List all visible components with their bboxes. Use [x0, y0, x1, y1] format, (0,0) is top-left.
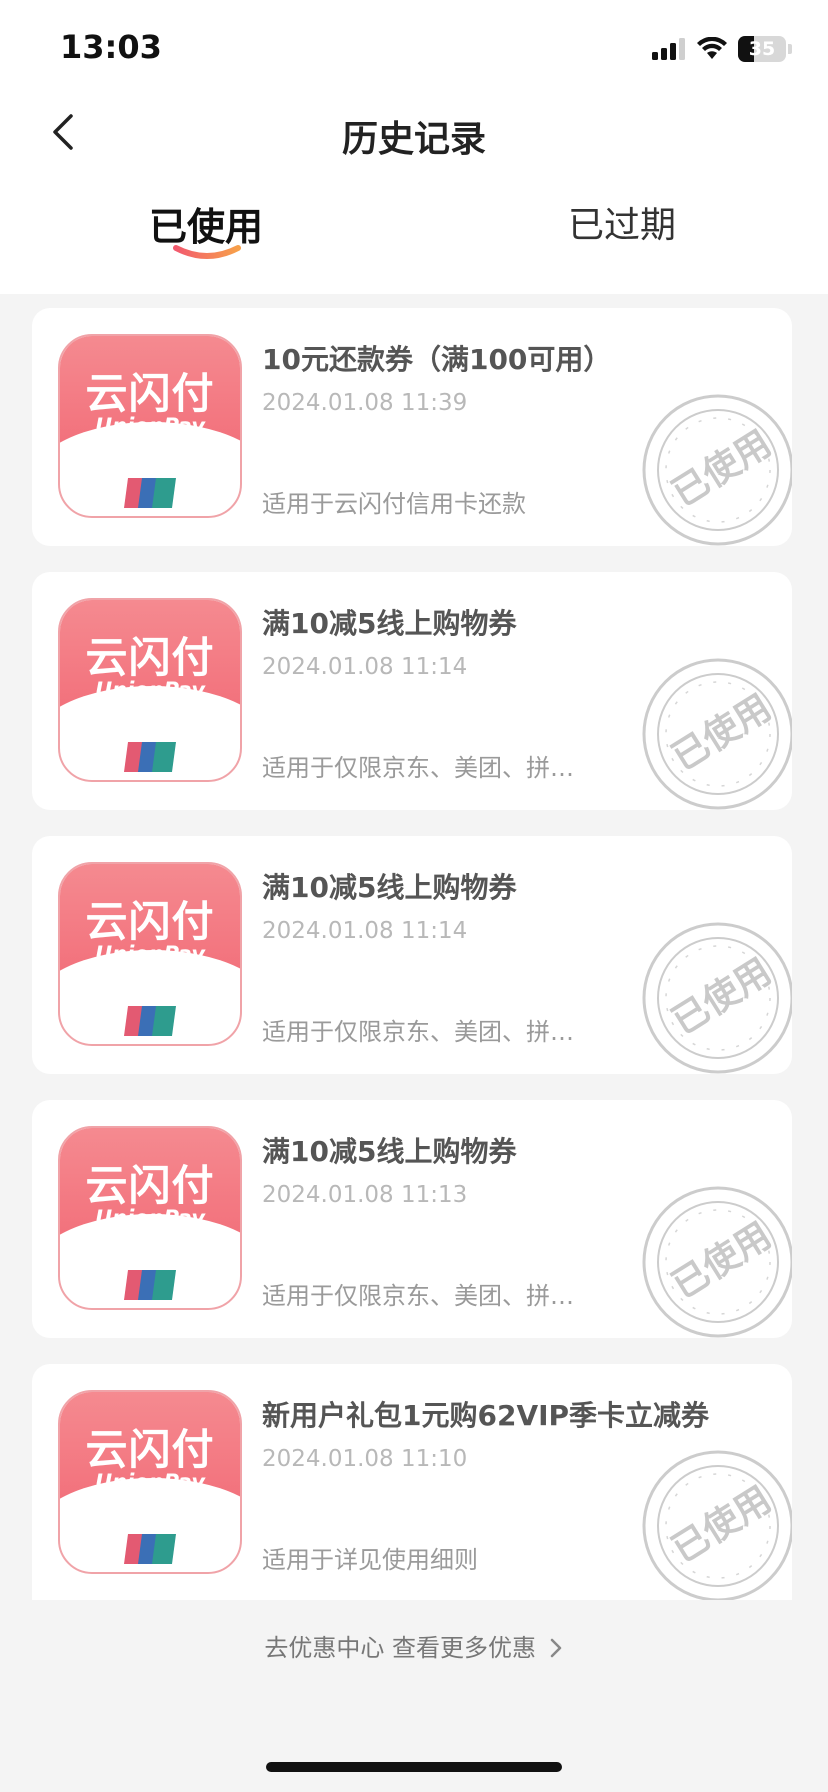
- more-offers-text: 去优惠中心 查看更多优惠: [264, 1634, 536, 1662]
- coupon-time: 2024.01.08 11:14: [262, 918, 468, 944]
- logo-cn-text: 云闪付: [85, 1425, 215, 1474]
- battery-level: 35: [748, 38, 776, 60]
- coupon-time: 2024.01.08 11:39: [262, 390, 468, 416]
- tab-active-indicator: [173, 245, 241, 259]
- unionpay-logo: 云闪付 UnionPay: [58, 1126, 242, 1310]
- logo-en-text: UnionPay: [95, 942, 205, 966]
- wifi-icon: [697, 37, 727, 59]
- card-icon: [124, 1006, 176, 1036]
- coupon-title: 满10减5线上购物券: [262, 871, 517, 904]
- logo-cn-text: 云闪付: [85, 1161, 215, 1210]
- unionpay-logo: 云闪付 UnionPay: [58, 1390, 242, 1574]
- card-icon: [124, 1534, 176, 1564]
- coupon-title: 满10减5线上购物券: [262, 1135, 517, 1168]
- coupon-desc: 适用于仅限京东、美团、拼…: [262, 1282, 574, 1310]
- coupon-card[interactable]: 云闪付 UnionPay 10元还款券（满100可用） 2024.01.08 1…: [32, 308, 792, 546]
- status-time: 13:03: [60, 28, 162, 66]
- used-stamp-icon: 已使用: [638, 1446, 792, 1600]
- used-stamp-icon: 已使用: [638, 390, 792, 546]
- logo-en-text: UnionPay: [95, 414, 205, 438]
- battery-icon: 35: [738, 36, 786, 62]
- card-icon: [124, 742, 176, 772]
- signal-icon: [652, 38, 685, 60]
- header-area: 13:03 35 历史记录 已使用 已过期: [0, 0, 828, 294]
- logo-cn-text: 云闪付: [85, 897, 215, 946]
- chevron-right-icon: [550, 1638, 561, 1658]
- nav-bar: 历史记录: [0, 96, 828, 168]
- coupon-desc: 适用于云闪付信用卡还款: [262, 490, 526, 518]
- tab-bar: 已使用 已过期: [0, 186, 828, 286]
- used-stamp-icon: 已使用: [638, 654, 792, 810]
- card-icon: [124, 478, 176, 508]
- page-title: 历史记录: [341, 119, 486, 160]
- home-indicator[interactable]: [266, 1762, 562, 1772]
- more-offers-link[interactable]: 去优惠中心 查看更多优惠: [0, 1628, 828, 1663]
- logo-en-text: UnionPay: [95, 678, 205, 702]
- coupon-desc: 适用于仅限京东、美团、拼…: [262, 1018, 574, 1046]
- coupon-time: 2024.01.08 11:13: [262, 1182, 468, 1208]
- coupon-card[interactable]: 云闪付 UnionPay 新用户礼包1元购62VIP季卡立减券 2024.01.…: [32, 1364, 792, 1600]
- used-stamp-icon: 已使用: [638, 918, 792, 1074]
- coupon-desc: 适用于详见使用细则: [262, 1546, 478, 1574]
- tab-expired[interactable]: 已过期: [512, 196, 732, 248]
- coupon-title: 10元还款券（满100可用）: [262, 343, 612, 376]
- unionpay-logo: 云闪付 UnionPay: [58, 334, 242, 518]
- status-bar: 13:03 35: [0, 0, 828, 100]
- unionpay-logo: 云闪付 UnionPay: [58, 862, 242, 1046]
- coupon-title: 新用户礼包1元购62VIP季卡立减券: [262, 1399, 710, 1432]
- used-stamp-icon: 已使用: [638, 1182, 792, 1338]
- coupon-title: 满10减5线上购物券: [262, 607, 517, 640]
- logo-cn-text: 云闪付: [85, 369, 215, 418]
- coupon-card[interactable]: 云闪付 UnionPay 满10减5线上购物券 2024.01.08 11:14…: [32, 836, 792, 1074]
- coupon-time: 2024.01.08 11:14: [262, 654, 468, 680]
- unionpay-logo: 云闪付 UnionPay: [58, 598, 242, 782]
- battery-tip: [788, 44, 792, 54]
- coupon-time: 2024.01.08 11:10: [262, 1446, 468, 1472]
- coupon-list: 云闪付 UnionPay 10元还款券（满100可用） 2024.01.08 1…: [32, 308, 792, 1626]
- coupon-card[interactable]: 云闪付 UnionPay 满10减5线上购物券 2024.01.08 11:13…: [32, 1100, 792, 1338]
- logo-en-text: UnionPay: [95, 1206, 205, 1230]
- logo-cn-text: 云闪付: [85, 633, 215, 682]
- card-icon: [124, 1270, 176, 1300]
- status-icons: 35: [652, 34, 792, 64]
- coupon-desc: 适用于仅限京东、美团、拼…: [262, 754, 574, 782]
- logo-en-text: UnionPay: [95, 1470, 205, 1494]
- coupon-card[interactable]: 云闪付 UnionPay 满10减5线上购物券 2024.01.08 11:14…: [32, 572, 792, 810]
